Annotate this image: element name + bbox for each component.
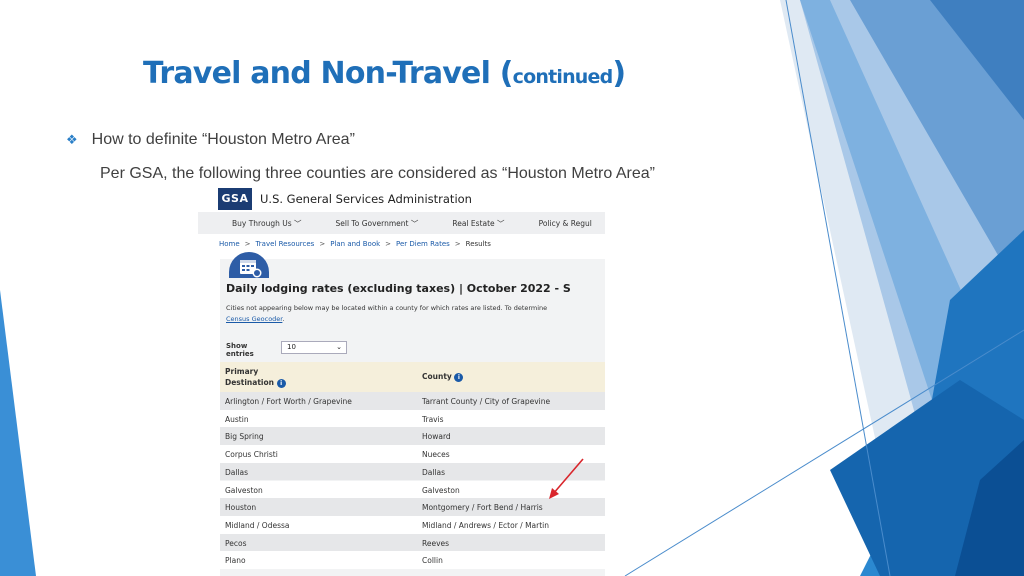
slide: Travel and Non-Travel (continued) ❖ How t… (0, 0, 1024, 576)
annotation-overlay (549, 458, 584, 499)
red-arrow-icon (552, 458, 584, 495)
